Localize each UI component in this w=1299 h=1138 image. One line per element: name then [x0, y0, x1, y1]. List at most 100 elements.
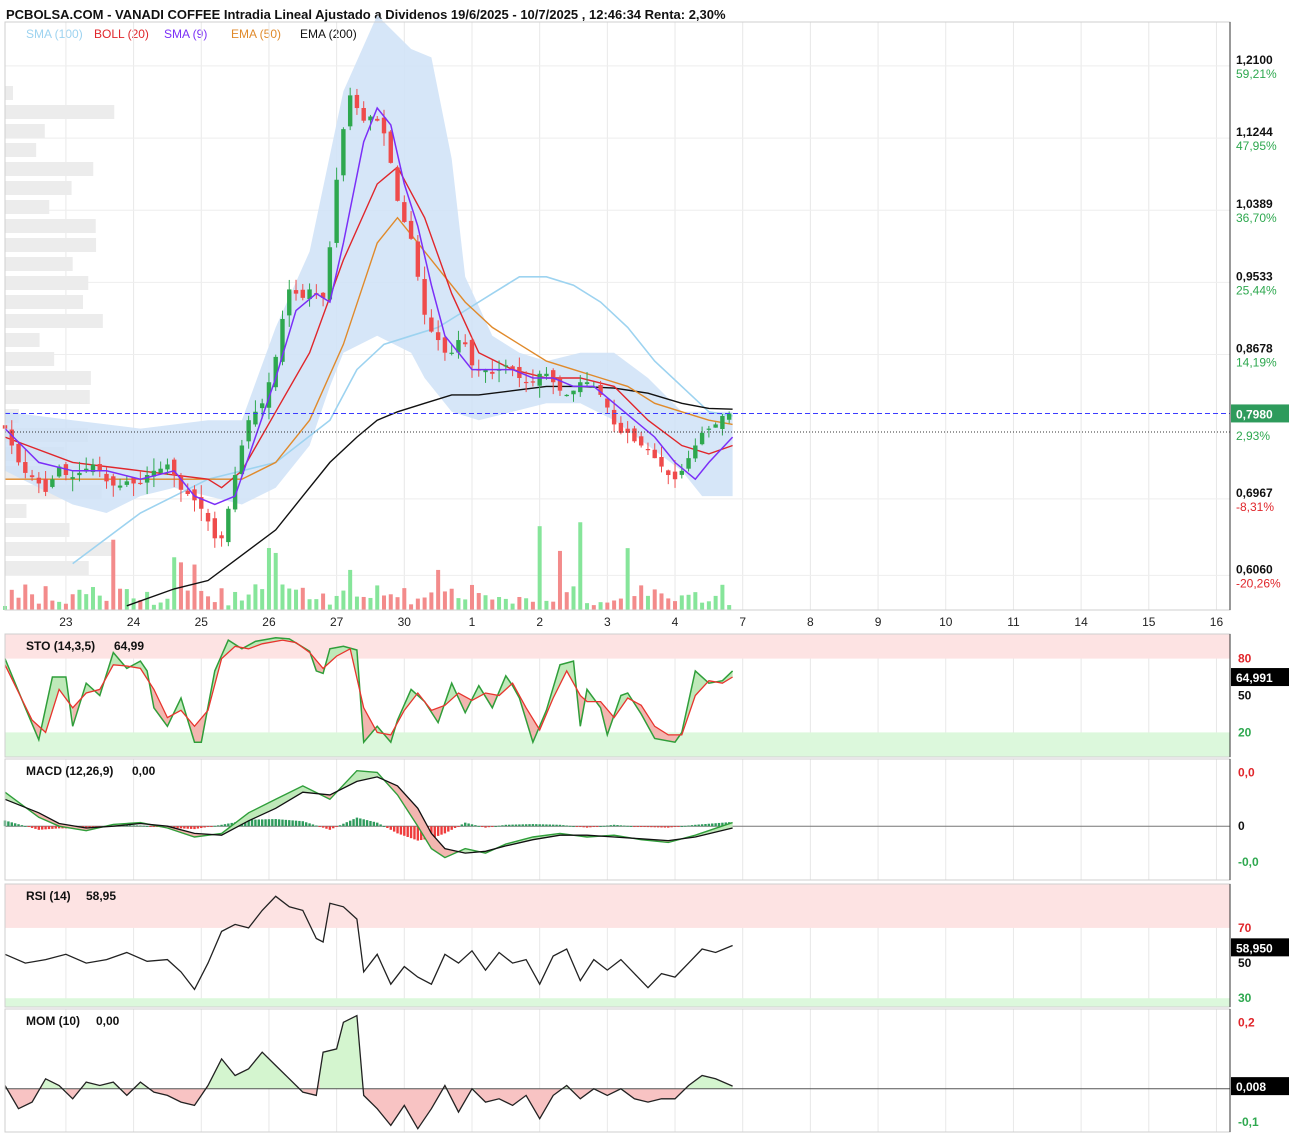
candle-body [463, 342, 468, 345]
macd-histogram-bar [315, 825, 318, 827]
volume-bar [713, 595, 718, 610]
candle-body [36, 477, 42, 484]
macd-histogram-bar [301, 821, 304, 827]
macd-histogram-bar [572, 826, 575, 828]
macd-histogram-bar [17, 824, 20, 827]
volume-profile-bar [5, 390, 90, 404]
macd-histogram-bar [51, 826, 54, 829]
candle-body [638, 436, 644, 446]
macd-histogram-bar [213, 825, 217, 827]
macd-histogram-bar [687, 825, 690, 827]
volume-bar [436, 569, 441, 610]
macd-histogram-bar [633, 826, 636, 828]
x-tick-label: 15 [1142, 615, 1156, 629]
macd-histogram-bar [660, 826, 663, 828]
macd-histogram-bar [332, 826, 335, 829]
volume-profile-bar [5, 238, 97, 252]
macd-histogram-bar [514, 824, 518, 827]
candle-body [16, 443, 21, 463]
macd-histogram-bar [132, 825, 135, 827]
macd-histogram-bar [535, 824, 538, 827]
macd-title: MACD (12,26,9) [26, 764, 113, 778]
volume-bar [517, 596, 522, 610]
macd-histogram-bar [714, 823, 717, 827]
macd-histogram-bar [497, 825, 501, 827]
macd-histogram-bar [568, 825, 572, 827]
candle-body [375, 118, 380, 121]
candle-body [334, 179, 339, 243]
candle-body [117, 485, 123, 488]
candle-body [341, 129, 346, 176]
volume-bar [388, 594, 393, 610]
volume-bar [571, 586, 576, 610]
volume-bar [700, 602, 705, 610]
volume-bar [706, 601, 711, 610]
macd-histogram-bar [545, 824, 548, 827]
macd-histogram-bar [139, 825, 142, 827]
macd-histogram-bar [524, 824, 528, 827]
rsi-tick-label: 50 [1238, 956, 1252, 970]
volume-bar [233, 591, 238, 610]
volume-bar [673, 601, 678, 610]
volume-profile-bar [5, 276, 89, 290]
candle-body [77, 472, 82, 476]
macd-histogram-bar [20, 825, 24, 827]
volume-profile-bar [5, 219, 96, 233]
price-pct-label: 47,95% [1236, 139, 1277, 153]
candle-body [361, 108, 366, 121]
candle-body [659, 456, 664, 467]
macd-histogram-bar [277, 819, 281, 827]
macd-histogram-bar [396, 826, 399, 834]
macd-histogram-bar [585, 826, 589, 828]
macd-histogram-bar [399, 826, 403, 835]
macd-histogram-bar [284, 819, 288, 827]
volume-bar [585, 603, 590, 610]
volume-bar [679, 595, 684, 610]
candle-body [226, 508, 231, 543]
volume-bar [151, 604, 156, 610]
candle-body [259, 403, 265, 409]
candle-body [212, 518, 218, 539]
macd-histogram-bar [34, 826, 37, 829]
volume-bar [334, 595, 339, 610]
rsi-oversold-zone [5, 998, 1230, 1007]
macd-histogram-bar [690, 825, 694, 827]
price-pct-label: -8,31% [1236, 500, 1274, 514]
candle-body [611, 409, 617, 425]
macd-histogram-bar [338, 825, 342, 827]
candle-body [672, 471, 678, 480]
volume-bar [158, 602, 163, 610]
macd-histogram-bar [325, 826, 328, 829]
macd-histogram-bar [386, 826, 389, 829]
volume-bar [273, 552, 278, 610]
candle-body [111, 476, 116, 486]
volume-bar [639, 585, 644, 610]
volume-bar [294, 589, 299, 610]
macd-histogram-bar [176, 826, 179, 829]
volume-bar [544, 600, 549, 610]
candle-body [300, 289, 305, 298]
candle-body [50, 479, 55, 487]
macd-histogram-bar [372, 821, 376, 827]
volume-bar [632, 596, 637, 610]
candle-body [97, 464, 102, 471]
macd-histogram-bar [656, 826, 660, 828]
rsi-tick-label: 30 [1238, 991, 1252, 1005]
x-tick-label: 1 [469, 615, 476, 629]
mom-last-label: 0,008 [1236, 1080, 1266, 1094]
candle-body [469, 339, 475, 366]
candle-body [388, 131, 393, 163]
volume-bar [652, 589, 657, 610]
volume-bar [402, 588, 407, 610]
macd-histogram-bar [707, 823, 711, 827]
macd-histogram-bar [700, 824, 704, 827]
macd-histogram-bar [694, 824, 697, 827]
macd-histogram-bar [528, 824, 531, 827]
macd-histogram-bar [145, 826, 149, 827]
sto-oversold-zone [5, 732, 1230, 757]
macd-histogram-bar [565, 825, 568, 827]
macd-histogram-bar [538, 824, 541, 827]
macd-histogram-bar [389, 826, 392, 830]
volume-bar [490, 599, 495, 610]
macd-histogram-bar [595, 826, 599, 828]
